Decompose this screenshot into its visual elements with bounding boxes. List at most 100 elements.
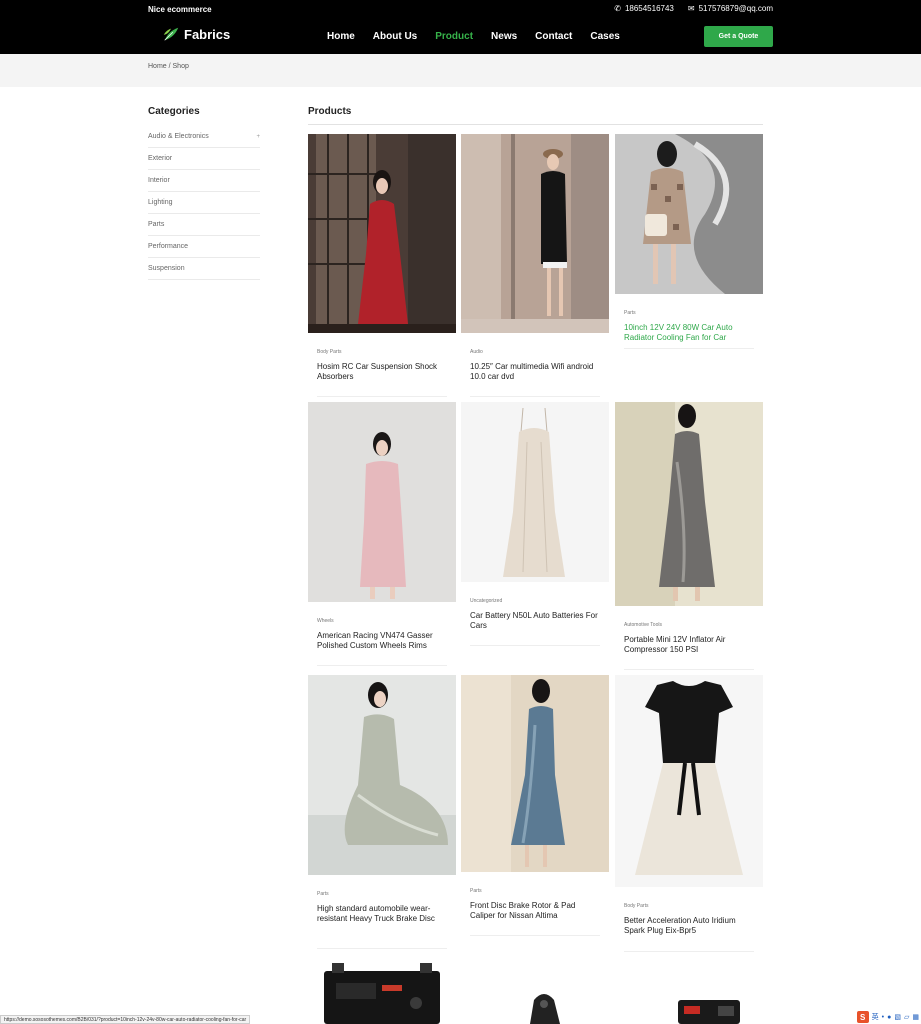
category-label: Interior (148, 177, 170, 184)
microphone-icon[interactable]: ● (887, 1014, 891, 1021)
product-name[interactable]: Portable Mini 12V Inflator Air Compresso… (624, 635, 754, 655)
category-item-audio-electronics[interactable]: Audio & Electronics + (148, 126, 260, 148)
product-meta: Body Parts Hosim RC Car Suspension Shock… (308, 349, 456, 382)
product-category[interactable]: Audio (470, 349, 600, 355)
email-address: 517576879@qq.com (698, 4, 773, 13)
product-meta: Parts High standard automobile wear-resi… (308, 891, 456, 924)
nav-product[interactable]: Product (435, 31, 473, 42)
card-divider (470, 396, 600, 397)
product-card[interactable]: Uncategorized Car Battery N50L Auto Batt… (461, 402, 609, 646)
category-label: Performance (148, 243, 189, 250)
product-category[interactable]: Body Parts (624, 903, 754, 909)
logo-text: Fabrics (184, 26, 231, 42)
product-name[interactable]: High standard automobile wear-resistant … (317, 904, 447, 924)
product-image-black-dress[interactable] (461, 134, 609, 333)
expand-icon[interactable]: + (256, 134, 260, 140)
product-category[interactable]: Parts (317, 891, 447, 897)
product-card[interactable]: Body Parts Better Acceleration Auto Irid… (615, 675, 763, 952)
mail-icon: ✉ (687, 4, 695, 13)
product-category[interactable]: Body Parts (317, 349, 447, 355)
product-card[interactable]: Wheels American Racing VN474 Gasser Poli… (308, 402, 456, 666)
product-name[interactable]: Front Disc Brake Rotor & Pad Caliper for… (470, 901, 600, 921)
nav-about-us[interactable]: About Us (373, 31, 417, 42)
product-meta: Automotive Tools Portable Mini 12V Infla… (615, 622, 763, 655)
product-meta: Body Parts Better Acceleration Auto Irid… (615, 903, 763, 936)
product-image-champagne-slip-dress[interactable] (461, 402, 609, 582)
product-card[interactable]: Parts High standard automobile wear-resi… (308, 675, 456, 949)
contact-info: ✆ 18654516743 ✉ 517576879@qq.com (614, 4, 773, 13)
card-divider (317, 396, 447, 397)
input-method-logo-icon[interactable]: S (856, 1011, 869, 1023)
product-image-red-dress[interactable] (308, 134, 456, 333)
card-divider (470, 645, 600, 646)
product-card[interactable]: Automotive Tools Portable Mini 12V Infla… (615, 402, 763, 670)
breadcrumb-bar (0, 54, 921, 87)
card-divider (624, 348, 754, 349)
product-category[interactable]: Parts (470, 888, 600, 894)
category-item-lighting[interactable]: Lighting (148, 192, 260, 214)
skin-icon[interactable]: ▱ (904, 1013, 909, 1021)
product-image-sage-dress[interactable] (308, 675, 456, 875)
product-image-brake-caliper[interactable] (520, 988, 570, 1024)
product-card[interactable]: Audio 10.25″ Car multimedia Wifi android… (461, 134, 609, 397)
nav-cases[interactable]: Cases (590, 31, 619, 42)
product-name[interactable]: Better Acceleration Auto Iridium Spark P… (624, 916, 754, 936)
ime-tray[interactable]: S 英 • ● ▧ ▱ ▦ (856, 1011, 919, 1023)
breadcrumb[interactable]: Home / Shop (148, 63, 189, 70)
product-meta: Parts 10inch 12V 24V 80W Car Auto Radiat… (615, 310, 763, 343)
card-divider (624, 951, 754, 952)
product-category[interactable]: Uncategorized (470, 598, 600, 604)
category-item-parts[interactable]: Parts (148, 214, 260, 236)
leaf-logo-icon (163, 27, 179, 41)
nav-news[interactable]: News (491, 31, 517, 42)
status-url: https://demo.sososothemes.com/B2B/031/?p… (0, 1015, 251, 1024)
category-label: Audio & Electronics (148, 133, 209, 140)
product-image-checked-dress[interactable] (615, 134, 763, 294)
phone-number: 18654516743 (624, 4, 674, 13)
nav-contact[interactable]: Contact (535, 31, 572, 42)
category-item-suspension[interactable]: Suspension (148, 258, 260, 280)
product-card[interactable]: Body Parts Hosim RC Car Suspension Shock… (308, 134, 456, 397)
product-meta: Audio 10.25″ Car multimedia Wifi android… (461, 349, 609, 382)
category-list: Audio & Electronics + Exterior Interior L… (148, 126, 260, 280)
product-name[interactable]: Car Battery N50L Auto Batteries For Cars (470, 611, 600, 631)
product-image-pink-dress[interactable] (308, 402, 456, 602)
category-item-performance[interactable]: Performance (148, 236, 260, 258)
product-meta: Parts Front Disc Brake Rotor & Pad Calip… (461, 888, 609, 921)
product-name[interactable]: American Racing VN474 Gasser Polished Cu… (317, 631, 447, 651)
card-divider (470, 935, 600, 936)
product-meta: Wheels American Racing VN474 Gasser Poli… (308, 618, 456, 651)
header: Nice ecommerce ✆ 18654516743 ✉ 517576879@q… (0, 0, 921, 54)
language-toggle[interactable]: 英 (872, 1012, 879, 1022)
product-name[interactable]: Hosim RC Car Suspension Shock Absorbers (317, 362, 447, 382)
keyboard-icon[interactable]: ▧ (894, 1013, 901, 1021)
product-image-black-white-dress[interactable] (615, 675, 763, 887)
product-image-grey-slip-dress[interactable] (615, 402, 763, 606)
product-category[interactable]: Automotive Tools (624, 622, 754, 628)
logo[interactable]: Fabrics (162, 25, 230, 43)
product-card[interactable]: Parts 10inch 12V 24V 80W Car Auto Radiat… (615, 134, 763, 349)
card-divider (317, 948, 447, 949)
product-category[interactable]: Wheels (317, 618, 447, 624)
phone-info[interactable]: ✆ 18654516743 (614, 4, 674, 13)
category-item-exterior[interactable]: Exterior (148, 148, 260, 170)
product-image-blue-slip-dress[interactable] (461, 675, 609, 872)
product-meta: Uncategorized Car Battery N50L Auto Batt… (461, 598, 609, 631)
category-item-interior[interactable]: Interior (148, 170, 260, 192)
product-card[interactable]: Parts Front Disc Brake Rotor & Pad Calip… (461, 675, 609, 936)
email-info[interactable]: ✉ 517576879@qq.com (688, 4, 773, 13)
product-category[interactable]: Parts (624, 310, 754, 316)
product-image-car-battery[interactable] (322, 963, 442, 1024)
punctuation-icon[interactable]: • (882, 1014, 884, 1021)
nav-home[interactable]: Home (327, 31, 355, 42)
product-name[interactable]: 10inch 12V 24V 80W Car Auto Radiator Coo… (624, 323, 754, 343)
grid-menu-icon[interactable]: ▦ (912, 1013, 919, 1021)
phone-icon: ✆ (614, 4, 621, 13)
products-title: Products (308, 106, 352, 117)
product-image-air-compressor[interactable] (674, 996, 744, 1024)
get-a-quote-button[interactable]: Get a Quote (704, 26, 773, 47)
product-name[interactable]: 10.25″ Car multimedia Wifi android 10.0 … (470, 362, 600, 382)
categories-title: Categories (148, 106, 200, 117)
category-label: Exterior (148, 155, 173, 162)
site-name: Nice ecommerce (148, 5, 212, 14)
